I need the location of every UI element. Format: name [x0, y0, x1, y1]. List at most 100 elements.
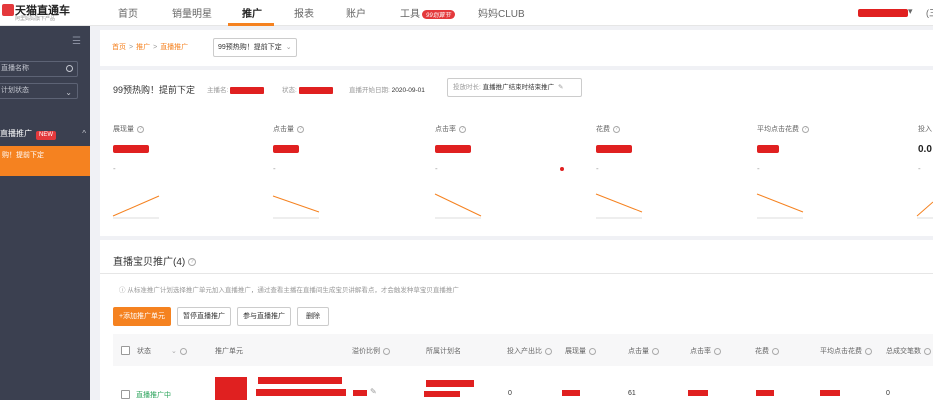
- host-name-redacted: [230, 86, 265, 94]
- help-icon[interactable]: ?: [802, 125, 809, 133]
- col-ctr[interactable]: 点击率: [690, 346, 721, 356]
- metric-label: 花费: [596, 126, 610, 133]
- ctr-sparkline: [434, 193, 482, 219]
- logo-subtitle: 阿里妈妈旗下产品: [15, 16, 56, 22]
- nav-mama-club[interactable]: 妈妈CLUB: [478, 5, 525, 20]
- clicks-change: -: [273, 164, 276, 173]
- metric-label: 投入: [918, 126, 932, 133]
- pause-live-button[interactable]: 暂停直播推广: [177, 307, 231, 326]
- breadcrumb-promotion[interactable]: 推广: [136, 44, 150, 51]
- join-live-button[interactable]: 参与直播推广: [237, 307, 291, 326]
- nav-tools[interactable]: 工具 99划算节: [400, 5, 455, 20]
- clicks-sparkline: [272, 195, 320, 219]
- col-clicks[interactable]: 点击量: [628, 346, 659, 356]
- nav-promotion[interactable]: 推广: [242, 5, 262, 20]
- cost-sparkline: [595, 193, 643, 219]
- metric-impressions: 展现量?: [113, 124, 144, 134]
- breadcrumb-live[interactable]: 直播推广: [160, 44, 188, 51]
- collapse-menu-icon[interactable]: ☰: [72, 36, 81, 47]
- col-plan-name: 所属计划名: [426, 348, 461, 355]
- plan-status-select[interactable]: 计划状态 ⌄: [0, 83, 78, 99]
- item-title-redacted-line2: [256, 389, 346, 396]
- metric-label: 点击量: [273, 126, 294, 133]
- metric-cpc: 平均点击花费?: [757, 124, 809, 134]
- metric-input: 投入: [918, 124, 932, 134]
- help-icon[interactable]: ?: [459, 125, 466, 133]
- help-icon[interactable]: [589, 347, 596, 355]
- item-thumbnail-redacted[interactable]: [215, 377, 247, 400]
- user-name-redacted[interactable]: [858, 9, 908, 17]
- plan-name-redacted[interactable]: [426, 380, 474, 387]
- current-plan-dropdown[interactable]: 99预热购！提前下定 ⌄: [213, 38, 297, 57]
- metric-cost: 花费?: [596, 124, 620, 134]
- col-roi[interactable]: 投入产出比: [507, 346, 552, 356]
- nav-sales-star[interactable]: 销量明星: [172, 5, 212, 20]
- select-all-checkbox[interactable]: [121, 346, 130, 355]
- end-time-label: 投放时长:: [453, 84, 481, 91]
- sidebar-item-active-plan[interactable]: 购！提前下定: [0, 146, 90, 176]
- cpc-change: -: [757, 164, 760, 173]
- impressions-change: -: [113, 164, 116, 173]
- chevron-down-icon: ⌄: [285, 44, 292, 51]
- help-icon[interactable]: [652, 347, 659, 355]
- col-label: 总成交笔数: [886, 348, 921, 355]
- help-icon[interactable]: ?: [297, 125, 304, 133]
- col-label: 溢价比例: [352, 348, 380, 355]
- input-value: 0.0: [918, 144, 932, 155]
- sidebar-search-input[interactable]: 直播名称: [0, 61, 78, 77]
- col-label: 状态: [137, 348, 151, 355]
- metric-label: 平均点击花费: [757, 126, 799, 133]
- filter-icon[interactable]: ⌄: [171, 348, 177, 355]
- cost-value-redacted: [596, 145, 632, 153]
- help-icon[interactable]: [924, 347, 931, 355]
- section-divider: [100, 273, 933, 274]
- help-icon[interactable]: [772, 347, 779, 355]
- delete-button[interactable]: 删除: [297, 307, 329, 326]
- item-title-redacted[interactable]: [258, 377, 342, 384]
- status-value-redacted: [298, 86, 333, 94]
- help-icon[interactable]: [383, 347, 390, 355]
- end-time-value: 直播推广结束时结束推广: [482, 84, 555, 91]
- help-icon[interactable]: [714, 347, 721, 355]
- ctr-change: -: [435, 164, 438, 173]
- sidebar: ☰ 直播名称 计划状态 ⌄ 直播推广 NEW ^ 购！提前下定: [0, 26, 90, 400]
- user-extra-text: (三: [926, 8, 933, 18]
- breadcrumb-home[interactable]: 首页: [112, 44, 126, 51]
- top-navigation-bar: 天猫直通车 阿里妈妈旗下产品 首页 销量明星 推广 报表 账户 工具 99划算节 …: [0, 0, 933, 26]
- cpc-sparkline: [756, 193, 804, 219]
- add-unit-button[interactable]: +添加推广单元: [113, 307, 171, 326]
- help-icon[interactable]: ?: [613, 125, 620, 133]
- input-change: -: [918, 164, 921, 173]
- sidebar-group-live-promotion[interactable]: 直播推广 NEW ^: [0, 126, 90, 142]
- row-checkbox[interactable]: [121, 390, 130, 399]
- promo-badge: 99划算节: [422, 9, 455, 19]
- col-impressions[interactable]: 展现量: [565, 346, 596, 356]
- help-icon[interactable]: ?: [137, 125, 144, 133]
- col-orders[interactable]: 总成交笔数: [886, 346, 931, 356]
- nav-home[interactable]: 首页: [118, 5, 138, 20]
- help-icon[interactable]: [179, 347, 187, 355]
- red-dot-marker: [560, 167, 564, 171]
- search-icon[interactable]: [66, 65, 73, 72]
- row-status[interactable]: 直播推广中: [136, 390, 171, 400]
- plan-title: 99预热购！提前下定: [113, 85, 196, 95]
- edit-pencil-icon[interactable]: ✎: [370, 387, 377, 396]
- user-menu-chevron-icon[interactable]: ▾: [908, 6, 913, 17]
- help-icon[interactable]: [545, 347, 552, 355]
- plan-name-redacted-line2: [424, 391, 460, 397]
- edit-pencil-icon[interactable]: ✎: [558, 84, 563, 91]
- col-status[interactable]: 状态 ⌄: [137, 346, 187, 356]
- nav-reports[interactable]: 报表: [294, 5, 314, 20]
- breadcrumb: 首页 > 推广 > 直播推广: [112, 44, 189, 51]
- sidebar-search-placeholder: 直播名称: [1, 65, 29, 72]
- end-time-field[interactable]: 投放时长: 直播推广结束时结束推广 ✎: [447, 78, 582, 97]
- nav-tools-label: 工具: [400, 9, 420, 20]
- ctr-value-redacted: [435, 145, 471, 153]
- chevron-up-icon: ^: [82, 129, 86, 138]
- help-icon[interactable]: ?: [188, 258, 197, 267]
- col-cpc[interactable]: 平均点击花费: [820, 346, 872, 356]
- nav-account[interactable]: 账户: [346, 5, 366, 20]
- col-cost[interactable]: 花费: [755, 346, 779, 356]
- help-icon[interactable]: [865, 347, 872, 355]
- tmall-logo[interactable]: 天猫直通车 阿里妈妈旗下产品: [0, 2, 100, 24]
